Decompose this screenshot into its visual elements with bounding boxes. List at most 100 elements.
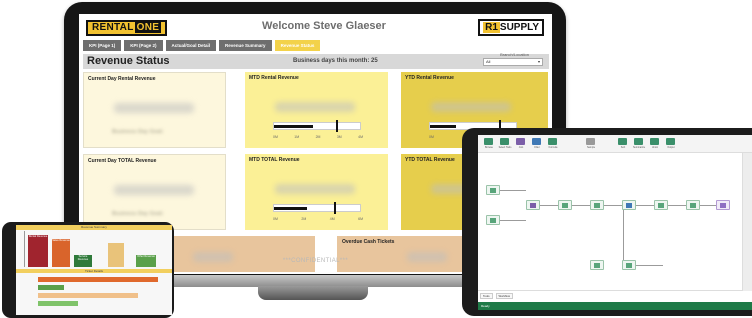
gauge-tick-label: 2M — [315, 135, 321, 139]
tab-actual-goal-detail[interactable]: Actual/Goal Detail — [165, 40, 217, 51]
card-overdue-cash: Overdue Cash Tickets — [337, 236, 465, 272]
tab-kpi-page-1[interactable]: KPI (Page 1) — [83, 40, 122, 51]
filter-tool-icon[interactable] — [532, 138, 541, 145]
side-panel[interactable] — [742, 153, 752, 291]
gauge-tick-label: 0M — [273, 217, 278, 221]
gauge-fill — [430, 125, 456, 128]
sort-icon — [658, 203, 664, 208]
monitor-stand — [258, 286, 368, 300]
gauge-tick-label: 1M — [294, 135, 300, 139]
summarize-tool-icon[interactable] — [634, 138, 643, 145]
goal-text: Business Day Goal: — [112, 129, 164, 135]
blurred-value — [275, 184, 355, 194]
r1supply-logo: R1 SUPPLY — [478, 19, 544, 36]
input-node[interactable] — [486, 185, 500, 195]
blurred-value — [275, 102, 355, 112]
summarize-node[interactable] — [590, 200, 604, 210]
output-node[interactable] — [716, 200, 730, 210]
gauge-ticks: 0M 1M 2M 3M 4M — [273, 135, 363, 139]
browse-tool-icon[interactable] — [484, 138, 493, 145]
tab-workflow[interactable]: Workflow — [495, 293, 513, 299]
card-title: YTD Rental Revenue — [405, 75, 454, 81]
dashboard-tabs: KPI (Page 1) KPI (Page 2) Actual/Goal De… — [83, 40, 321, 51]
workflow-screen: Browse Select Tools Join Filter Formula … — [478, 135, 752, 310]
connector — [540, 205, 558, 206]
ribbon-label: Filter — [534, 146, 540, 149]
ribbon-label: Summarize — [632, 146, 646, 149]
laptop-frame: Browse Select Tools Join Filter Formula … — [462, 128, 752, 316]
card-title: Overdue Cash Tickets — [342, 239, 395, 245]
bullet-gauge — [273, 202, 361, 214]
tablet-hbar — [38, 301, 78, 306]
gauge-tick-label: 3M — [336, 135, 342, 139]
sort-tool-icon[interactable] — [618, 138, 627, 145]
union-tool-icon[interactable] — [650, 138, 659, 145]
connector — [636, 205, 654, 206]
card-mtd-total: MTD TOTAL Revenue 0M 2M 4M 6M — [245, 154, 388, 230]
dashboard-header: RENTAL ONE Welcome Steve Glaeser R1 SUPPLY — [79, 14, 552, 42]
gauge-tick-label: 2M — [301, 217, 307, 221]
goal-text: Business Day Goal: — [112, 211, 164, 217]
connector — [500, 190, 526, 191]
connector — [668, 205, 686, 206]
card-current-day-total: Current Day TOTAL Revenue Business Day G… — [83, 154, 226, 230]
page-title: Revenue Status — [87, 55, 170, 67]
tablet-section-title: Ticket Details — [16, 269, 172, 273]
card-bottom-left — [163, 236, 315, 272]
gauge-fill — [274, 125, 313, 128]
bottom-tabs: Tools Workflow — [480, 293, 513, 299]
gauge-tick-label: 4M — [329, 217, 335, 221]
filter-node[interactable] — [622, 200, 636, 210]
formula-node[interactable] — [558, 200, 572, 210]
card-mtd-rental: MTD Rental Revenue 0M 1M 2M 3M 4M — [245, 72, 388, 148]
tablet-axis — [24, 231, 25, 267]
join-node[interactable] — [526, 200, 540, 210]
union-node[interactable] — [686, 200, 700, 210]
input-node[interactable] — [486, 215, 500, 225]
bar-label: Service Revenue — [77, 255, 89, 261]
output-icon — [720, 203, 726, 208]
gauge-tick-label: 6M — [358, 217, 363, 221]
ribbon-label: Output — [667, 146, 675, 149]
tab-revenue-status[interactable]: Revenue Status — [274, 40, 321, 51]
join-tool-icon[interactable] — [516, 138, 525, 145]
formula-tool-icon[interactable] — [548, 138, 557, 145]
goal-label: Business Day Goal: — [112, 129, 164, 135]
select-node[interactable] — [622, 260, 636, 270]
gauge-ticks: 0M 2M 4M 6M — [273, 217, 363, 221]
filter-icon — [626, 203, 632, 208]
chevron-down-icon: ▾ — [537, 59, 540, 64]
ribbon-label: Formula — [548, 146, 558, 149]
location-select[interactable]: All ▾ — [483, 58, 543, 66]
gauge-tick-label: 0M — [429, 135, 434, 139]
tablet-chart-title: Revenue Summary — [16, 225, 172, 230]
sample-tool-icon[interactable] — [586, 138, 595, 145]
tablet-screen: Revenue Summary Rental Revenue Sales Rev… — [16, 225, 172, 315]
output-tool-icon[interactable] — [666, 138, 675, 145]
gauge-fill — [274, 207, 307, 210]
ribbon-label: Sort — [620, 146, 626, 149]
status-bar: Ready — [478, 302, 752, 310]
logo-text-a: RENTAL — [92, 22, 134, 33]
location-value: All — [486, 59, 491, 64]
sort-node[interactable] — [654, 200, 668, 210]
bar-label: Rental Revenue — [28, 235, 48, 238]
card-current-day-rental: Current Day Rental Revenue Business Day … — [83, 72, 226, 148]
connector — [623, 205, 624, 265]
sample-node[interactable] — [590, 260, 604, 270]
tab-kpi-page-2[interactable]: KPI (Page 2) — [124, 40, 163, 51]
tablet-bar: Other Revenue — [136, 255, 156, 267]
workflow-canvas[interactable] — [478, 153, 752, 291]
ribbon-label: Join — [518, 146, 524, 149]
tab-tools[interactable]: Tools — [480, 293, 493, 299]
tablet-bar: Service Revenue — [74, 255, 92, 267]
tablet-hbar — [38, 277, 158, 282]
logo-right-a: R1 — [483, 22, 500, 33]
card-title: Current Day TOTAL Revenue — [88, 158, 157, 164]
select-tool-icon[interactable] — [500, 138, 509, 145]
formula-icon — [562, 203, 568, 208]
bar-label: Other Revenue — [137, 255, 155, 258]
tool-ribbon: Browse Select Tools Join Filter Formula … — [478, 135, 752, 153]
tab-revenue-summary[interactable]: Revenue Summary — [219, 40, 272, 51]
card-title: MTD Rental Revenue — [249, 75, 299, 81]
